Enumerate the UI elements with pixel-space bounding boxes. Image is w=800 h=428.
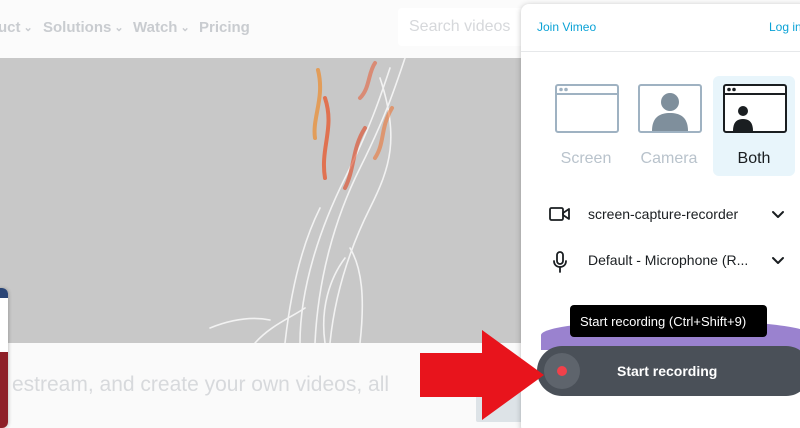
- join-vimeo-link[interactable]: Join Vimeo: [537, 20, 596, 34]
- nav-watch-label: Watch: [133, 19, 178, 36]
- mode-camera[interactable]: Camera: [628, 76, 710, 176]
- chevron-down-icon: ⌄: [114, 22, 124, 34]
- nav-solutions-label: Solutions: [43, 19, 112, 36]
- microphone-source-select[interactable]: Default - Microphone (R...: [521, 241, 800, 281]
- login-link[interactable]: Log in: [769, 20, 800, 34]
- microphone-icon: [553, 251, 567, 273]
- video-camera-icon: [549, 207, 570, 221]
- chevron-down-icon: ⌄: [180, 22, 190, 34]
- phone-cover-image: [0, 352, 8, 428]
- mode-screen[interactable]: Screen: [545, 76, 627, 176]
- camera-source-value: screen-capture-recorder: [588, 206, 739, 222]
- phone-preview: [0, 288, 8, 428]
- nav-product[interactable]: uct ⌄: [0, 19, 33, 36]
- camera-person-icon: [638, 84, 702, 133]
- screen-window-icon: [555, 84, 619, 133]
- nav-watch[interactable]: Watch ⌄: [133, 19, 190, 36]
- start-recording-label: Start recording: [617, 363, 718, 379]
- chevron-down-icon: ⌄: [23, 22, 33, 34]
- nav-pricing-label: Pricing: [199, 19, 250, 36]
- record-icon: [544, 353, 580, 389]
- camera-source-select[interactable]: screen-capture-recorder: [521, 195, 800, 235]
- nav-product-label: uct: [0, 19, 21, 36]
- start-recording-tooltip: Start recording (Ctrl+Shift+9): [570, 305, 767, 337]
- start-recording-button[interactable]: Start recording: [537, 346, 800, 396]
- chevron-down-icon: [772, 211, 784, 218]
- mode-both-label: Both: [737, 150, 771, 167]
- recorder-panel: Join Vimeo Log in Screen Camera Both scr…: [521, 4, 800, 428]
- mode-screen-label: Screen: [560, 150, 612, 167]
- phone-header: [0, 288, 8, 298]
- chevron-down-icon: [772, 257, 784, 264]
- nav-solutions[interactable]: Solutions ⌄: [43, 19, 124, 36]
- hero-caption: estream, and create your own videos, all: [12, 373, 390, 396]
- nav-pricing[interactable]: Pricing: [199, 19, 250, 36]
- mode-camera-label: Camera: [640, 150, 698, 167]
- mode-both[interactable]: Both: [713, 76, 795, 176]
- panel-header: Join Vimeo Log in: [521, 4, 800, 52]
- search-placeholder: Search videos: [409, 18, 511, 35]
- record-dot: [557, 366, 567, 376]
- annotation-arrow-icon: [420, 330, 544, 420]
- screen-and-camera-icon: [723, 84, 787, 133]
- tooltip-text: Start recording (Ctrl+Shift+9): [580, 314, 747, 329]
- microphone-source-value: Default - Microphone (R...: [588, 252, 749, 268]
